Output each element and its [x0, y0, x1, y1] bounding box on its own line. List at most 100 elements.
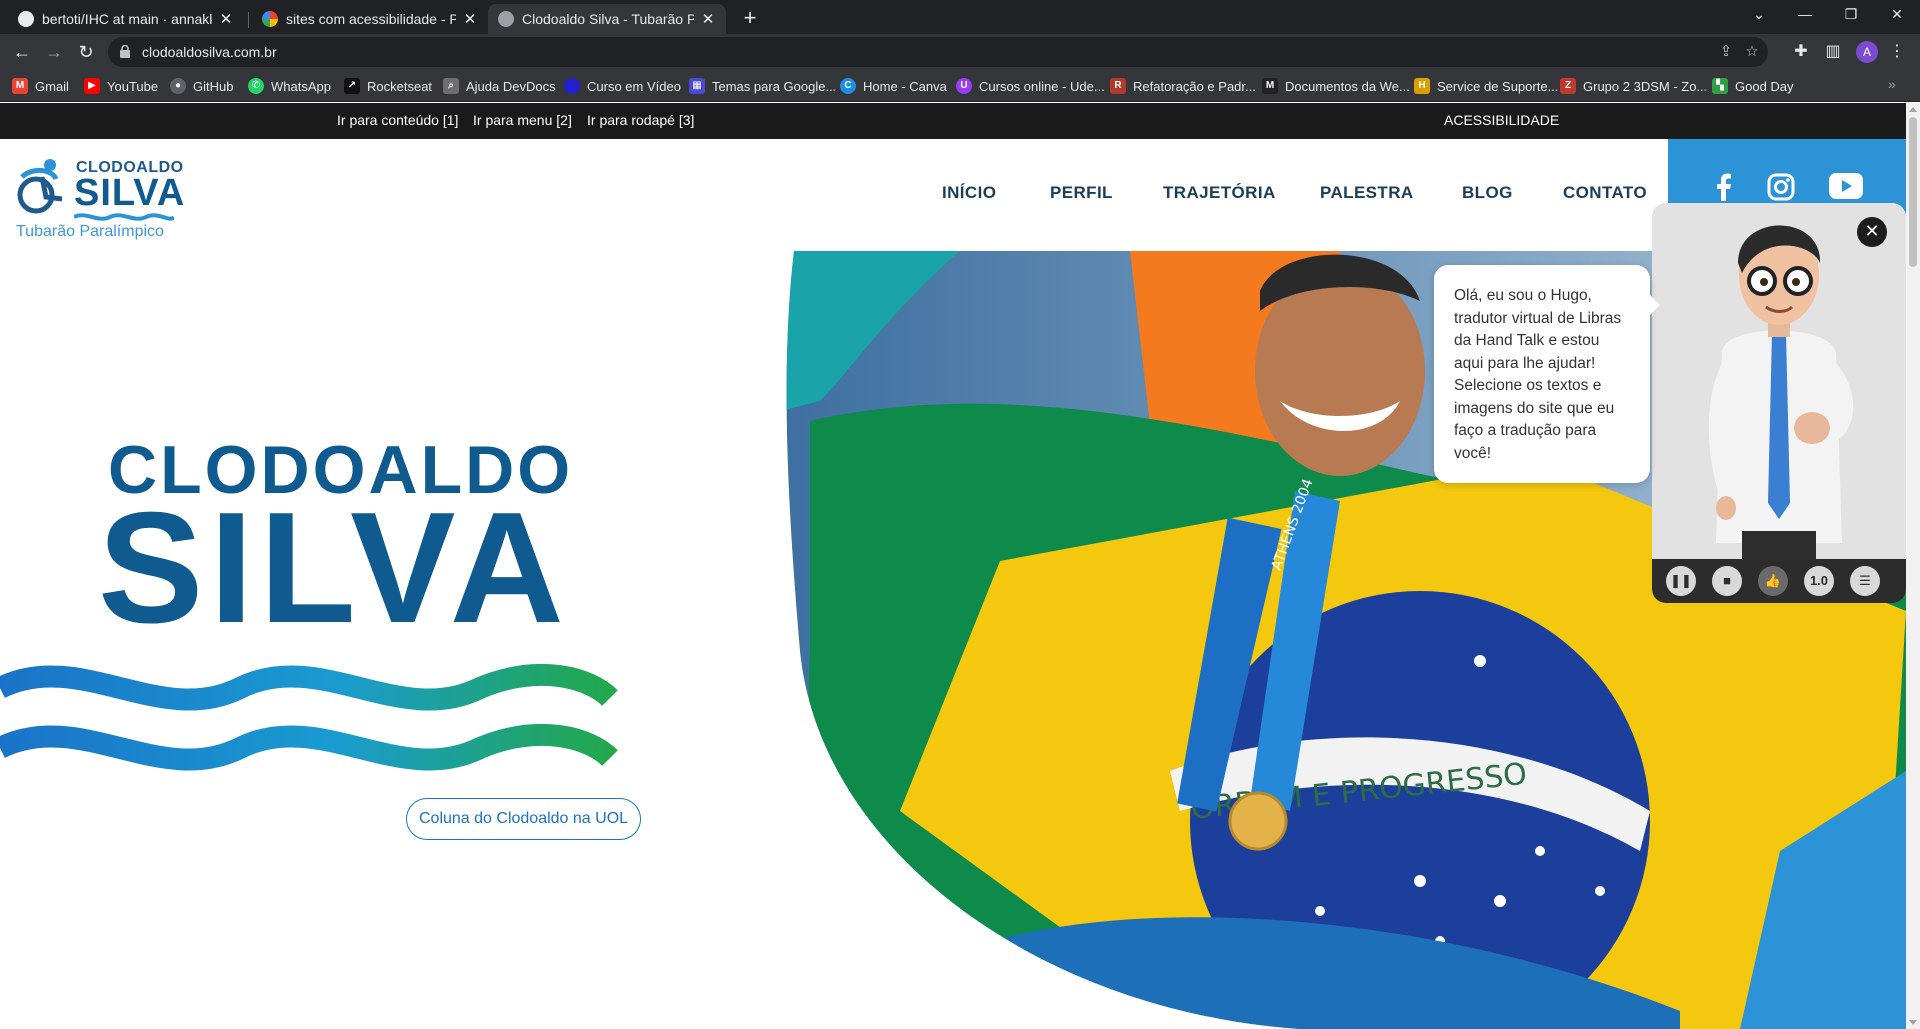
menu-kebab-icon[interactable]: ⋮ — [1886, 41, 1908, 63]
facebook-icon[interactable] — [1714, 173, 1732, 201]
bookmark-label: Documentos da We... — [1285, 78, 1410, 94]
udemy-icon: U — [956, 78, 972, 94]
gmail-icon: M — [12, 78, 28, 94]
tab-google-search[interactable]: sites com acessibilidade - Pesqui ✕ — [252, 4, 488, 34]
tab-github[interactable]: bertoti/IHC at main · annakks/be ✕ — [8, 4, 244, 34]
tab-separator — [248, 12, 249, 28]
whatsapp-icon: ✆ — [248, 78, 264, 94]
minimize-button[interactable]: — — [1782, 0, 1828, 28]
bookmark-gmail[interactable]: M Gmail — [12, 76, 69, 96]
handtalk-close-button[interactable]: ✕ — [1857, 217, 1887, 247]
forward-button[interactable]: → — [40, 38, 68, 66]
bookmark-curso-em-video[interactable]: Curso em Vídeo — [564, 76, 681, 96]
scrollbar-thumb[interactable] — [1909, 117, 1917, 267]
bookmark-label: Grupo 2 3DSM - Zo... — [1583, 78, 1708, 94]
bookmark-rocketseat[interactable]: ↗ Rocketseat — [344, 76, 432, 96]
uol-column-button[interactable]: Coluna do Clodoaldo na UOL — [406, 798, 642, 840]
scroll-up-icon[interactable] — [1909, 107, 1917, 112]
more-bookmarks-icon[interactable]: » — [1888, 76, 1896, 92]
logo-tagline: Tubarão Paralímpico — [16, 223, 164, 240]
new-tab-button[interactable]: + — [736, 4, 764, 32]
bookmark-star-icon[interactable]: ☆ — [1742, 42, 1762, 62]
hugo-avatar-icon — [1652, 203, 1906, 563]
pause-icon[interactable]: ❚❚ — [1666, 566, 1696, 596]
refactoring-icon: R — [1110, 78, 1126, 94]
bookmark-refatoracao[interactable]: R Refatoração e Padr... — [1110, 76, 1256, 96]
page-scrollbar[interactable] — [1906, 103, 1920, 1029]
back-button[interactable]: ← — [8, 38, 36, 66]
bookmark-good-day[interactable]: ▚ Good Day — [1712, 76, 1794, 96]
handtalk-widget — [1652, 203, 1906, 601]
accessibility-link[interactable]: ACESSIBILIDADE — [1444, 112, 1559, 128]
reload-button[interactable]: ↻ — [72, 38, 100, 66]
bookmark-youtube[interactable]: ▶ YouTube — [84, 76, 158, 96]
close-icon[interactable]: ✕ — [700, 10, 716, 28]
skip-to-menu-link[interactable]: Ir para menu [2] — [473, 112, 572, 128]
support-icon: H — [1414, 78, 1430, 94]
extensions-icon[interactable]: ✚ — [1790, 41, 1812, 63]
close-icon[interactable]: ✕ — [462, 10, 478, 28]
url-text: clodoaldosilva.com.br — [142, 44, 277, 60]
speed-button[interactable]: 1.0 — [1804, 566, 1834, 596]
nav-contato[interactable]: CONTATO — [1563, 183, 1647, 203]
tab-title: Clodoaldo Silva - Tubarão Paralím — [522, 11, 694, 27]
restore-button[interactable]: ❐ — [1828, 0, 1874, 28]
bookmark-label: Temas para Google... — [712, 78, 837, 94]
close-window-button[interactable]: ✕ — [1874, 0, 1920, 28]
share-icon[interactable]: ⇪ — [1716, 42, 1736, 62]
scroll-down-icon[interactable] — [1909, 1020, 1917, 1025]
nav-trajetoria[interactable]: TRAJETÓRIA — [1163, 183, 1276, 203]
tab-search-button[interactable]: ⌄ — [1736, 0, 1782, 28]
browser-toolbar: ← → ↻ clodoaldosilva.com.br ⇪ ☆ ✚ ▥ A ⋮ — [0, 34, 1920, 70]
nav-inicio[interactable]: INÍCIO — [942, 183, 996, 203]
bookmark-github[interactable]: ● GitHub — [170, 76, 233, 96]
address-bar[interactable]: clodoaldosilva.com.br ⇪ ☆ — [108, 37, 1768, 67]
bookmarks-bar: M Gmail ▶ YouTube ● GitHub ✆ WhatsApp ↗ Rocke… — [0, 70, 1920, 102]
tab-title: sites com acessibilidade - Pesqui — [286, 11, 456, 27]
handtalk-controls: ❚❚ ■ 👍 1.0 ☰ — [1652, 559, 1906, 603]
bookmark-label: Good Day — [1735, 78, 1794, 94]
bookmark-devdocs[interactable]: ⌕ Ajuda DevDocs — [443, 76, 556, 96]
bookmark-canva[interactable]: C Home - Canva — [840, 76, 947, 96]
accessibility-skip-bar: Ir para conteúdo [1] Ir para menu [2] Ir… — [0, 103, 1906, 139]
skip-to-footer-link[interactable]: Ir para rodapé [3] — [587, 112, 694, 128]
hero-title-line-2: SILVA — [98, 480, 570, 656]
tab-clodoaldo-silva[interactable]: Clodoaldo Silva - Tubarão Paralím ✕ — [488, 4, 726, 34]
thumbs-up-icon[interactable]: 👍 — [1758, 566, 1788, 596]
mdn-icon: M — [1262, 78, 1278, 94]
web-page: Ir para conteúdo [1] Ir para menu [2] Ir… — [0, 103, 1906, 1029]
side-panel-icon[interactable]: ▥ — [1822, 41, 1844, 63]
handtalk-menu-icon[interactable]: ☰ — [1850, 566, 1880, 596]
bookmark-grupo2[interactable]: Z Grupo 2 3DSM - Zo... — [1560, 76, 1707, 96]
bookmark-label: WhatsApp — [271, 78, 331, 94]
nav-blog[interactable]: BLOG — [1462, 183, 1513, 203]
youtube-icon[interactable] — [1829, 173, 1863, 199]
handtalk-message-text: Olá, eu sou o Hugo, tradutor virtual de … — [1454, 287, 1622, 462]
close-icon[interactable]: ✕ — [218, 10, 234, 28]
site-logo[interactable]: CLODOALDO SILVA Tubarão Paralímpico — [12, 157, 192, 243]
stop-icon[interactable]: ■ — [1712, 566, 1742, 596]
nav-perfil[interactable]: PERFIL — [1050, 183, 1113, 203]
bookmark-label: Gmail — [35, 78, 69, 94]
bookmark-mdn[interactable]: M Documentos da We... — [1262, 76, 1410, 96]
logo-line-2: SILVA — [74, 172, 186, 214]
skip-to-content-link[interactable]: Ir para conteúdo [1] — [337, 112, 458, 128]
cursoemvideo-icon — [564, 78, 580, 94]
profile-avatar[interactable]: A — [1856, 41, 1878, 63]
instagram-icon[interactable] — [1767, 173, 1795, 201]
hero-waves-decoration — [0, 663, 618, 771]
globe-icon — [498, 11, 514, 27]
bookmark-udemy[interactable]: U Cursos online - Ude... — [956, 76, 1105, 96]
wheelchair-swimmer-logo-icon — [17, 159, 63, 214]
bookmark-label: Service de Suporte... — [1437, 78, 1559, 94]
bookmark-label: Refatoração e Padr... — [1133, 78, 1256, 94]
browser-tab-bar: bertoti/IHC at main · annakks/be ✕ sites… — [0, 0, 1920, 34]
nav-palestra[interactable]: PALESTRA — [1320, 183, 1414, 203]
bookmark-suporte[interactable]: H Service de Suporte... — [1414, 76, 1558, 96]
zoho-icon: Z — [1560, 78, 1576, 94]
bookmark-label: Cursos online - Ude... — [979, 78, 1105, 94]
bookmark-whatsapp[interactable]: ✆ WhatsApp — [248, 76, 331, 96]
bookmark-temas-google[interactable]: ▦ Temas para Google... — [689, 76, 836, 96]
rocketseat-icon: ↗ — [344, 78, 360, 94]
lock-icon — [120, 45, 130, 58]
